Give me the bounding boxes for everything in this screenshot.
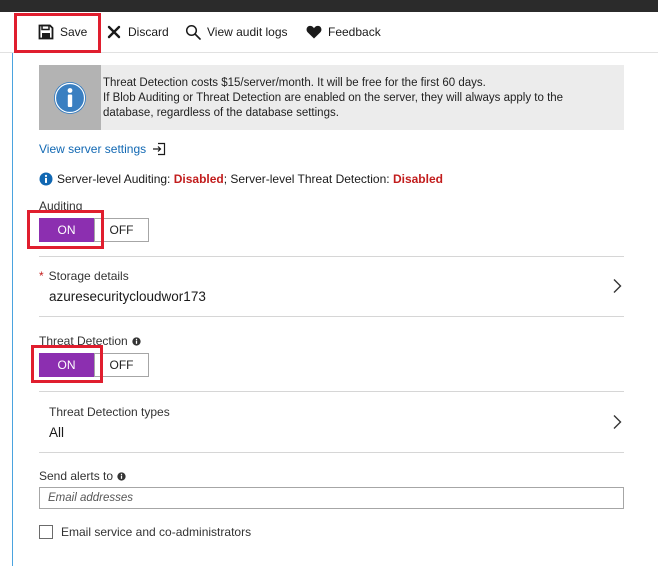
window-top-bar (0, 0, 658, 12)
discard-button[interactable]: Discard (105, 12, 169, 52)
auditing-status-prefix: Server-level Auditing: (57, 172, 174, 186)
threat-detection-off-option[interactable]: OFF (94, 353, 149, 377)
feedback-label: Feedback (328, 25, 381, 39)
threat-detection-on-option[interactable]: ON (39, 353, 94, 377)
view-audit-logs-label: View audit logs (207, 25, 288, 39)
threat-status-value: Disabled (392, 172, 443, 186)
info-banner-line1: Threat Detection costs $15/server/month.… (103, 77, 486, 89)
heart-icon (305, 23, 323, 41)
info-banner-line3: database, regardless of the database set… (103, 107, 339, 119)
email-admins-label: Email service and co-administrators (61, 525, 252, 539)
auditing-label: Auditing (39, 199, 83, 213)
discard-icon (105, 23, 123, 41)
view-server-settings-link[interactable]: View server settings (39, 142, 166, 156)
divider (39, 256, 624, 257)
threat-detection-toggle[interactable]: ON OFF (39, 353, 150, 377)
threat-status-prefix: ; Server-level Threat Detection: (223, 172, 393, 186)
divider (39, 316, 624, 317)
auditing-on-option[interactable]: ON (39, 218, 94, 242)
chevron-right-icon (612, 414, 622, 433)
threat-detection-types-value: All (49, 425, 65, 440)
info-banner: Threat Detection costs $15/server/month.… (39, 65, 624, 130)
chevron-right-icon (612, 278, 622, 297)
divider (39, 452, 624, 453)
email-admins-row[interactable]: Email service and co-administrators (39, 525, 251, 539)
storage-details-label: Storage details (48, 269, 129, 283)
save-button[interactable]: Save (37, 12, 87, 52)
send-alerts-label-text: Send alerts to (39, 469, 114, 483)
send-alerts-label: Send alerts to (39, 469, 126, 483)
save-label: Save (60, 25, 88, 39)
email-admins-checkbox[interactable] (39, 525, 53, 539)
info-circle-icon (39, 172, 53, 186)
info-banner-line2: If Blob Auditing or Threat Detection are… (103, 92, 564, 104)
view-audit-logs-button[interactable]: View audit logs (184, 12, 288, 52)
email-addresses-input[interactable] (39, 487, 624, 509)
info-small-icon[interactable] (132, 336, 141, 346)
storage-details-value: azuresecuritycloudwor173 (49, 289, 206, 304)
info-small-icon[interactable] (117, 471, 126, 481)
threat-detection-label: Threat Detection (39, 334, 141, 348)
threat-detection-types-row[interactable]: Threat Detection types All (39, 394, 624, 452)
threat-detection-types-title: Threat Detection types (49, 405, 170, 419)
command-toolbar: Save Discard View audit logs Feedback (0, 12, 658, 52)
auditing-status-value: Disabled (173, 172, 224, 186)
server-level-status: Server-level Auditing: Disabled ; Server… (39, 172, 443, 186)
toolbar-divider (0, 52, 658, 53)
save-icon (37, 23, 55, 41)
view-server-settings-label: View server settings (39, 142, 147, 156)
divider (39, 391, 624, 392)
storage-details-row[interactable]: * Storage details azuresecuritycloudwor17… (39, 258, 624, 316)
feedback-button[interactable]: Feedback (305, 12, 381, 52)
storage-details-title: * Storage details (39, 269, 129, 283)
discard-label: Discard (128, 25, 169, 39)
auditing-toggle[interactable]: ON OFF (39, 218, 150, 242)
auditing-off-option[interactable]: OFF (94, 218, 149, 242)
threat-detection-label-text: Threat Detection (39, 334, 128, 348)
blade-left-accent (12, 53, 13, 566)
info-icon (39, 65, 101, 130)
info-banner-text: Threat Detection costs $15/server/month.… (103, 76, 613, 121)
open-blade-icon (152, 142, 166, 156)
search-icon (184, 23, 202, 41)
required-marker: * (39, 269, 44, 283)
